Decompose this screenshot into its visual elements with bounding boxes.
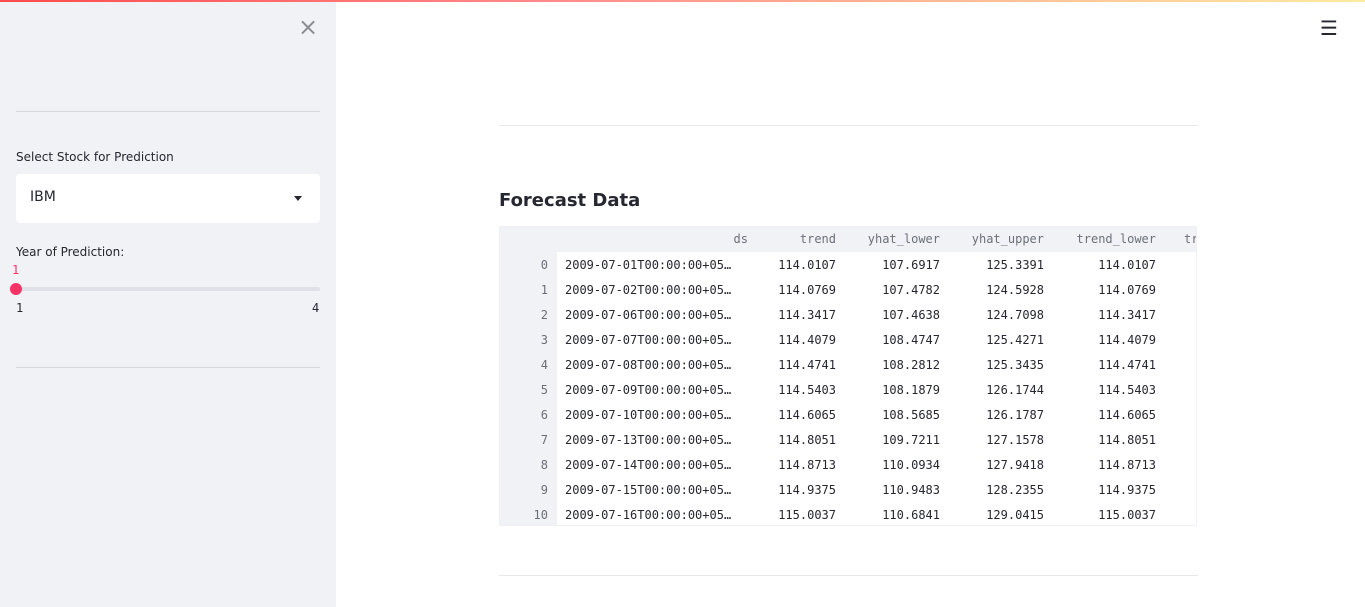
row-index: 5 [540,383,548,397]
table-cell-yhat-lower[interactable]: 107.4638 [844,308,940,322]
table-cell-yhat-lower[interactable]: 108.5685 [844,408,940,422]
row-index: 8 [540,458,548,472]
year-slider-max: 4 [312,301,320,315]
hamburger-menu-icon: ☰ [1320,16,1338,40]
top-decoration-bar [0,0,1365,2]
table-cell-yhat-upper[interactable]: 127.9418 [948,458,1044,472]
table-cell-ds[interactable]: 2009-07-06T00:00:00+05… [565,308,750,322]
section-title: Forecast Data [499,190,641,211]
table-cell-ds[interactable]: 2009-07-02T00:00:00+05… [565,283,750,297]
close-icon: × [297,13,319,41]
stock-select[interactable]: IBM [16,174,320,223]
table-cell-trend[interactable]: 114.0769 [756,283,836,297]
table-cell-yhat-upper[interactable]: 125.3391 [948,258,1044,272]
column-header-yhat-lower[interactable]: yhat_lower [844,232,940,246]
row-index: 10 [533,508,548,522]
table-cell-yhat-lower[interactable]: 110.0934 [844,458,940,472]
year-slider-thumb[interactable] [10,283,22,295]
year-slider-current-value: 1 [12,263,20,277]
year-slider-track[interactable] [16,287,320,291]
table-cell-trend[interactable]: 114.5403 [756,383,836,397]
table-cell-trend-lower[interactable]: 115.0037 [1052,508,1156,522]
table-cell-trend-lower[interactable]: 114.0769 [1052,283,1156,297]
table-cell-trend-lower[interactable]: 114.0107 [1052,258,1156,272]
column-header-ds[interactable]: ds [558,232,748,246]
table-cell-trend-lower[interactable]: 114.5403 [1052,383,1156,397]
row-index: 7 [540,433,548,447]
table-cell-ds[interactable]: 2009-07-15T00:00:00+05… [565,483,750,497]
table-cell-yhat-upper[interactable]: 124.7098 [948,308,1044,322]
table-cell-trend[interactable]: 114.0107 [756,258,836,272]
table-cell-ds[interactable]: 2009-07-14T00:00:00+05… [565,458,750,472]
table-cell-trend-lower[interactable]: 114.6065 [1052,408,1156,422]
table-cell-yhat-lower[interactable]: 107.4782 [844,283,940,297]
table-cell-trend-lower[interactable]: 114.4079 [1052,333,1156,347]
row-index: 1 [540,283,548,297]
table-cell-trend-lower[interactable]: 114.9375 [1052,483,1156,497]
table-cell-yhat-upper[interactable]: 129.0415 [948,508,1044,522]
table-cell-ds[interactable]: 2009-07-10T00:00:00+05… [565,408,750,422]
row-index: 2 [540,308,548,322]
table-cell-trend[interactable]: 114.8051 [756,433,836,447]
table-cell-ds[interactable]: 2009-07-07T00:00:00+05… [565,333,750,347]
table-cell-trend[interactable]: 115.0037 [756,508,836,522]
column-header-tr[interactable]: tr [1184,232,1196,246]
table-cell-yhat-lower[interactable]: 108.4747 [844,333,940,347]
table-cell-yhat-lower[interactable]: 109.7211 [844,433,940,447]
table-cell-ds[interactable]: 2009-07-01T00:00:00+05… [565,258,750,272]
table-cell-yhat-lower[interactable]: 110.9483 [844,483,940,497]
main-divider-bottom [499,575,1198,576]
table-cell-yhat-upper[interactable]: 127.1578 [948,433,1044,447]
table-cell-ds[interactable]: 2009-07-16T00:00:00+05… [565,508,750,522]
table-cell-trend[interactable]: 114.4741 [756,358,836,372]
year-slider-min: 1 [16,301,24,315]
sidebar: × Select Stock for Prediction IBM Year o… [0,0,336,607]
table-cell-trend[interactable]: 114.8713 [756,458,836,472]
table-cell-trend[interactable]: 114.3417 [756,308,836,322]
sidebar-divider-bottom [16,367,320,368]
row-index: 3 [540,333,548,347]
column-header-trend-lower[interactable]: trend_lower [1052,232,1156,246]
close-sidebar-button[interactable]: × [297,15,319,39]
table-cell-yhat-upper[interactable]: 125.4271 [948,333,1044,347]
table-cell-yhat-lower[interactable]: 108.2812 [844,358,940,372]
column-header-trend[interactable]: trend [756,232,836,246]
table-cell-yhat-upper[interactable]: 125.3435 [948,358,1044,372]
table-cell-yhat-upper[interactable]: 124.5928 [948,283,1044,297]
table-cell-trend-lower[interactable]: 114.8713 [1052,458,1156,472]
table-cell-trend[interactable]: 114.9375 [756,483,836,497]
main-divider-top [499,125,1198,126]
chevron-down-icon [294,196,302,201]
table-cell-yhat-upper[interactable]: 126.1787 [948,408,1044,422]
table-cell-trend-lower[interactable]: 114.3417 [1052,308,1156,322]
table-cell-yhat-upper[interactable]: 128.2355 [948,483,1044,497]
row-index: 0 [540,258,548,272]
row-index: 9 [540,483,548,497]
column-header-yhat-upper[interactable]: yhat_upper [948,232,1044,246]
table-cell-ds[interactable]: 2009-07-08T00:00:00+05… [565,358,750,372]
sidebar-divider-top [16,111,320,112]
table-cell-yhat-lower[interactable]: 108.1879 [844,383,940,397]
table-cell-yhat-upper[interactable]: 126.1744 [948,383,1044,397]
table-cell-ds[interactable]: 2009-07-09T00:00:00+05… [565,383,750,397]
table-cell-trend-lower[interactable]: 114.4741 [1052,358,1156,372]
main-menu-button[interactable]: ☰ [1320,18,1338,38]
table-cell-yhat-lower[interactable]: 110.6841 [844,508,940,522]
table-cell-ds[interactable]: 2009-07-13T00:00:00+05… [565,433,750,447]
row-index: 4 [540,358,548,372]
year-slider-label: Year of Prediction: [16,245,125,259]
table-cell-trend-lower[interactable]: 114.8051 [1052,433,1156,447]
table-cell-yhat-lower[interactable]: 107.6917 [844,258,940,272]
forecast-data-table[interactable]: dstrend yhat_lower yhat_upper trend_lower tr… [499,226,1197,526]
stock-select-label: Select Stock for Prediction [16,150,174,164]
stock-select-value: IBM [30,189,56,205]
row-index: 6 [540,408,548,422]
table-cell-trend[interactable]: 114.4079 [756,333,836,347]
table-cell-trend[interactable]: 114.6065 [756,408,836,422]
